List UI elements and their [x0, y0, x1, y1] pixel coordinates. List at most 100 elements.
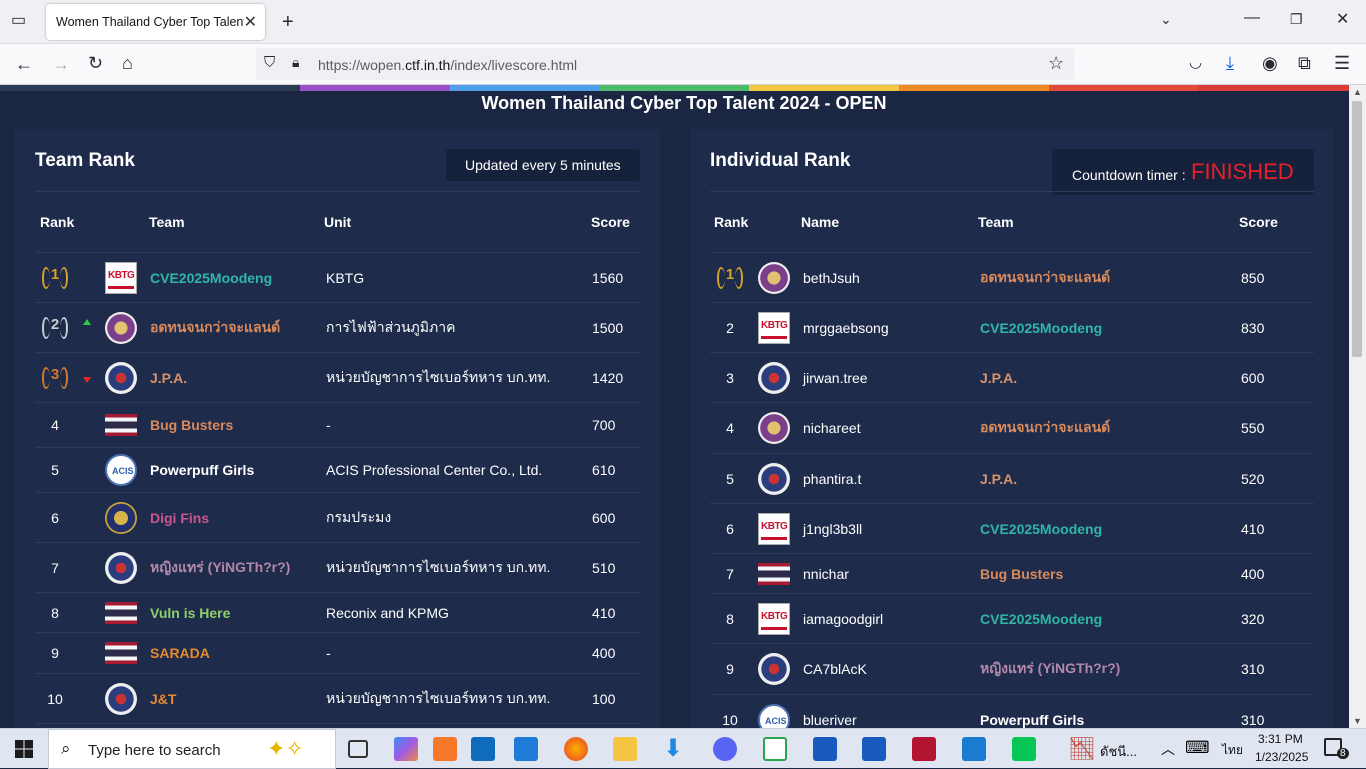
player-name: CA7blAcK	[803, 661, 867, 677]
input-language[interactable]: ไทย	[1222, 741, 1243, 760]
close-tab-icon[interactable]: ✕	[244, 12, 257, 32]
team-score: 610	[592, 462, 616, 478]
shield-icon[interactable]: ⛉	[264, 55, 275, 70]
url-text[interactable]: https://wopen.ctf.in.th/index/livescore.…	[318, 57, 577, 73]
player-name: blueriver	[803, 711, 857, 728]
individual-row[interactable]: 1 bethJsuh อดทนจนกว่าจะแลนด์ 850	[710, 253, 1314, 303]
team-row[interactable]: 10 J&T หน่วยบัญชาการไซเบอร์ทหาร บก.ทท. 100	[35, 674, 640, 724]
screen-recorder-icon[interactable]	[912, 737, 936, 761]
store-icon[interactable]	[514, 737, 538, 761]
rank-number: 5	[726, 470, 734, 487]
clock-date[interactable]: 1/23/2025	[1255, 750, 1308, 764]
team-score: 510	[592, 559, 616, 576]
vscode-icon[interactable]	[962, 737, 986, 761]
individual-row[interactable]: 8 KBTG iamagoodgirl CVE2025Moodeng 320	[710, 594, 1314, 644]
rank-number: 8	[726, 610, 734, 627]
individual-row[interactable]: 10 ACIS blueriver Powerpuff Girls 310	[710, 695, 1314, 728]
extensions-icon[interactable]: ⧉	[1298, 54, 1311, 72]
notification-count: 8	[1337, 748, 1349, 759]
xampp-icon[interactable]	[433, 737, 457, 761]
tabs-dropdown-icon[interactable]: ⌄	[1160, 12, 1172, 26]
download-icon[interactable]: ⤓	[1226, 54, 1234, 72]
individual-row[interactable]: 7 nnichar Bug Busters 400	[710, 554, 1314, 594]
individual-row[interactable]: 2 KBTG mrggaebsong CVE2025Moodeng 830	[710, 303, 1314, 353]
col-score-header[interactable]: Score	[591, 214, 630, 230]
new-tab-icon[interactable]: +	[282, 12, 294, 32]
col-unit-header[interactable]: Unit	[324, 214, 351, 230]
team-row[interactable]: 8 Vuln is Here Reconix and KPMG 410	[35, 593, 640, 633]
jpa-emblem-logo	[758, 653, 790, 685]
individual-row[interactable]: 6 KBTG j1ngl3b3ll CVE2025Moodeng 410	[710, 504, 1314, 554]
scroll-down-icon[interactable]: ▼	[1353, 716, 1362, 726]
tray-chevron-icon[interactable]: ︿	[1161, 739, 1175, 759]
menu-icon[interactable]: ☰	[1334, 54, 1350, 72]
team-row[interactable]: 6 Digi Fins กรมประมง 600	[35, 493, 640, 543]
player-score: 520	[1241, 470, 1265, 487]
divider	[710, 191, 1314, 192]
team-row[interactable]: 2 อดทนจนกว่าจะแลนด์ การไฟฟ้าส่วนภูมิภาค 150…	[35, 303, 640, 353]
col-team-header[interactable]: Team	[149, 214, 185, 230]
tab-list-icon[interactable]: ▭	[11, 13, 26, 29]
player-name: phantira.t	[803, 470, 862, 487]
outlook-icon[interactable]	[471, 737, 495, 761]
team-row[interactable]: 5 ACIS Powerpuff Girls ACIS Professional Ce…	[35, 448, 640, 493]
individual-row[interactable]: 3 jirwan.tree J.P.A. 600	[710, 353, 1314, 403]
team-unit: หน่วยบัญชาการไซเบอร์ทหาร บก.ทท.	[326, 689, 551, 706]
reload-icon[interactable]: ↻	[88, 54, 103, 72]
bronze-medal-icon: 3	[40, 365, 70, 391]
individual-row[interactable]: 5 phantira.t J.P.A. 520	[710, 454, 1314, 504]
line-icon[interactable]	[1012, 737, 1036, 761]
team-row[interactable]: 7 หญิงแทร่ (YiNGTh?r?) หน่วยบัญชาการไซเบอร…	[35, 543, 640, 593]
downloads-icon[interactable]: ⬇	[663, 737, 687, 761]
close-window-icon[interactable]: ✕	[1336, 12, 1349, 28]
col-rank-header[interactable]: Rank	[714, 214, 748, 230]
clock-time[interactable]: 3:31 PM	[1258, 732, 1303, 746]
page-scrollbar[interactable]: ▲ ▼	[1349, 85, 1366, 728]
veeam-icon[interactable]	[763, 737, 787, 761]
home-icon[interactable]: ⌂	[122, 54, 133, 72]
team-row[interactable]: 4 Bug Busters - 700	[35, 403, 640, 448]
file-explorer-icon[interactable]	[613, 737, 637, 761]
restore-icon[interactable]: ❐	[1290, 12, 1303, 26]
lock-icon[interactable]: 🔒︎	[292, 55, 299, 69]
scroll-up-icon[interactable]: ▲	[1353, 87, 1362, 97]
task-view-icon[interactable]	[348, 740, 368, 758]
account-icon[interactable]: ◉	[1262, 54, 1278, 72]
individual-rank-panel: Individual Rank Countdown timer : FINISH…	[690, 129, 1334, 728]
discord-icon[interactable]	[713, 737, 737, 761]
player-score: 410	[1241, 520, 1265, 537]
forward-icon[interactable]: →	[52, 55, 70, 73]
scroll-thumb[interactable]	[1352, 101, 1362, 357]
word-icon[interactable]	[813, 737, 837, 761]
col-team-header[interactable]: Team	[978, 214, 1014, 230]
individual-row[interactable]: 4 nichareet อดทนจนกว่าจะแลนด์ 550	[710, 403, 1314, 454]
browser-tab-active[interactable]: Women Thailand Cyber Top Talent 2 ✕	[46, 4, 265, 40]
team-score: 410	[592, 604, 616, 621]
team-row[interactable]: 1 KBTG CVE2025Moodeng KBTG 1560	[35, 253, 640, 303]
pocket-icon[interactable]: ◡	[1189, 55, 1202, 70]
bookmark-star-icon[interactable]: ☆	[1048, 54, 1064, 72]
team-row[interactable]: 9 SARADA - 400	[35, 633, 640, 674]
player-score: 600	[1241, 369, 1265, 386]
col-name-header[interactable]: Name	[801, 214, 839, 230]
firefox-icon[interactable]	[564, 737, 588, 761]
windows-start-icon[interactable]	[15, 740, 33, 758]
rank-down-arrow-icon	[83, 376, 91, 383]
keyboard-icon[interactable]: ⌨	[1185, 738, 1210, 758]
copilot-icon[interactable]	[394, 737, 418, 761]
stock-chart-icon[interactable]: 📉︎	[1068, 737, 1096, 761]
player-name: j1ngl3b3ll	[803, 520, 863, 537]
rank-up-arrow-icon	[83, 318, 91, 325]
url-bar[interactable]: ⛉ 🔒︎ https://wopen.ctf.in.th/index/lives…	[256, 48, 1074, 80]
word-icon-2[interactable]	[862, 737, 886, 761]
minimize-icon[interactable]: —	[1244, 10, 1260, 26]
col-score-header[interactable]: Score	[1239, 214, 1278, 230]
taskbar-search-box[interactable]: ⌕ Type here to search ✦✧	[48, 729, 336, 769]
col-rank-header[interactable]: Rank	[40, 214, 74, 230]
tray-app-label[interactable]: ดัชนี...	[1100, 741, 1137, 762]
individual-row[interactable]: 9 CA7blAcK หญิงแทร่ (YiNGTh?r?) 310	[710, 644, 1314, 695]
team-row[interactable]: 3 J.P.A. หน่วยบัญชาการไซเบอร์ทหาร บก.ทท. 14…	[35, 353, 640, 403]
team-name: อดทนจนกว่าจะแลนด์	[150, 318, 281, 335]
purple-emblem-logo	[758, 261, 790, 294]
back-icon[interactable]: ←	[15, 55, 33, 73]
